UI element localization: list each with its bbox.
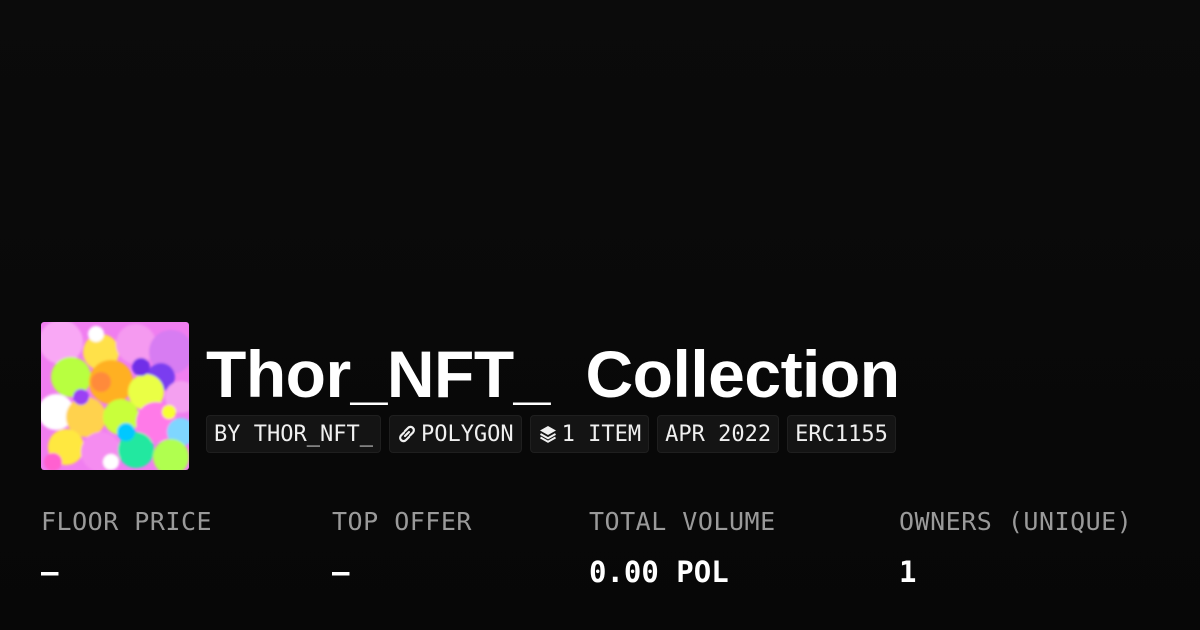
creator-tag[interactable]: BY THOR_NFT_ [206, 415, 381, 453]
owners-label: OWNERS (UNIQUE) [899, 507, 1133, 536]
top-offer-value: – [332, 555, 350, 589]
creator-tag-label: BY THOR_NFT_ [214, 421, 373, 447]
chain-tag-label: POLYGON [420, 421, 514, 447]
total-volume-value: 0.00 POL [589, 555, 729, 589]
owners-stat: OWNERS (UNIQUE) 1 [899, 506, 1132, 588]
standard-tag-label: ERC1155 [795, 421, 888, 447]
top-offer-stat: TOP OFFER – [332, 506, 472, 588]
total-volume-stat: TOTAL VOLUME 0.00 POL [589, 506, 776, 588]
floor-price-label: FLOOR PRICE [41, 507, 213, 536]
total-volume-label: TOTAL VOLUME [589, 507, 776, 536]
floor-price-value: – [41, 555, 59, 589]
date-tag: APR 2022 [657, 415, 780, 453]
polygon-link-icon [397, 424, 417, 444]
items-tag-label: 1 ITEM [561, 421, 642, 447]
standard-tag: ERC1155 [787, 415, 896, 453]
top-offer-label: TOP OFFER [332, 507, 472, 536]
owners-value: 1 [899, 555, 917, 589]
collection-tags: BY THOR_NFT_ POLYGON 1 ITEM APR 2022 ERC… [206, 415, 896, 453]
items-tag[interactable]: 1 ITEM [529, 415, 650, 453]
collection-title: Thor_NFT_ Collection [206, 337, 900, 411]
date-tag-label: APR 2022 [665, 421, 772, 447]
collection-avatar [41, 322, 189, 470]
layers-icon [538, 424, 558, 444]
chain-tag[interactable]: POLYGON [388, 415, 522, 453]
floor-price-stat: FLOOR PRICE – [41, 506, 212, 588]
